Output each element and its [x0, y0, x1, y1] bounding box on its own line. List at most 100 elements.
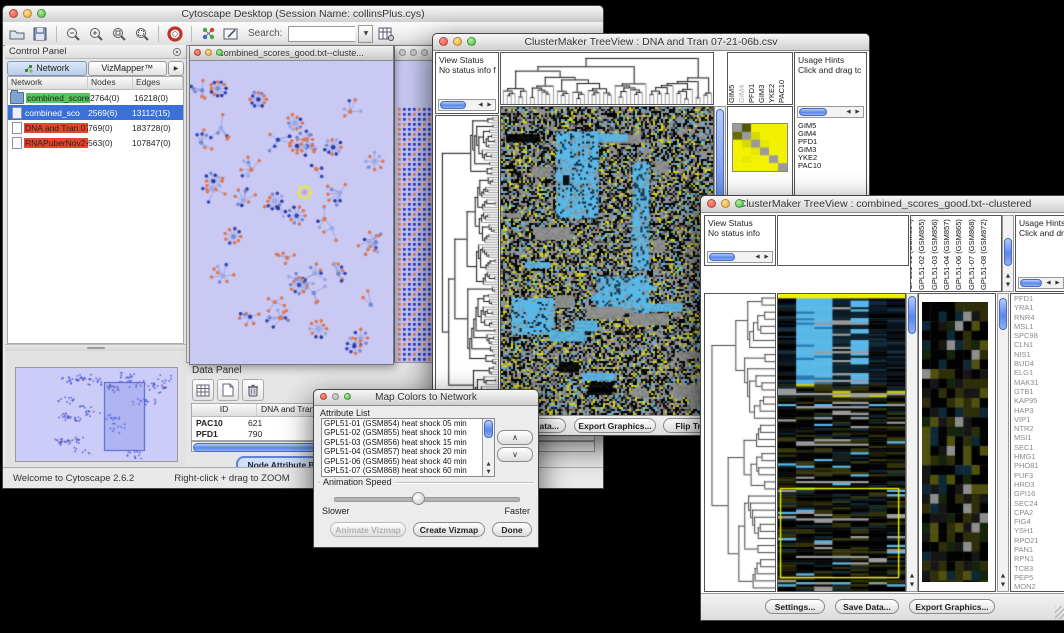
scroll-left-icon[interactable] — [1044, 279, 1053, 288]
gene-label[interactable]: NIS1 — [1011, 350, 1064, 359]
tv1-column-dendrogram[interactable] — [500, 52, 714, 105]
gene-label[interactable]: MSI1 — [1011, 433, 1064, 442]
zoom-button[interactable] — [37, 9, 46, 18]
tv1-row-dendrogram[interactable] — [435, 115, 499, 416]
frame-close-button[interactable] — [194, 49, 201, 56]
zoom-button[interactable] — [735, 199, 744, 208]
search-dropdown-button[interactable] — [358, 25, 373, 43]
tv2-column-label[interactable]: GPL51-01 (GSM854) — [910, 219, 915, 290]
tv2-strip-vscrollbar[interactable] — [906, 293, 918, 592]
scroll-left-icon[interactable] — [753, 253, 762, 262]
list-scrollbar[interactable] — [482, 419, 494, 476]
scrollbar-thumb[interactable] — [799, 108, 827, 116]
tv1-column-label[interactable]: GIM4 — [737, 85, 747, 103]
select-attributes-button[interactable] — [192, 379, 214, 401]
scroll-right-icon[interactable] — [853, 108, 862, 117]
tv1-mini-heatmap-canvas[interactable] — [733, 124, 787, 171]
dialog-titlebar[interactable]: Map Colors to Network — [314, 390, 538, 406]
attribute-browser-button[interactable] — [376, 25, 396, 43]
tv2-row-dendrogram[interactable] — [704, 293, 776, 592]
attribute-listbox[interactable]: GPL51-01 (GSM854) heat shock 05 minGPL51… — [321, 418, 495, 477]
gene-label[interactable]: ELG1 — [1011, 368, 1064, 377]
tv1-heatmap-canvas[interactable] — [501, 107, 713, 415]
scroll-right-icon[interactable] — [1053, 279, 1062, 288]
tv1-status-hscrollbar[interactable] — [438, 99, 496, 111]
attribute-item[interactable]: GPL51-01 (GSM854) heat shock 05 min — [322, 419, 494, 428]
gene-label[interactable]: PAN1 — [1011, 545, 1064, 554]
main-titlebar[interactable]: Cytoscape Desktop (Session Name: collins… — [3, 6, 603, 23]
tv2-heatmap-strip-canvas[interactable] — [778, 294, 905, 591]
tv2-zoom-vscrollbar[interactable] — [997, 293, 1009, 592]
tv1-column-label[interactable]: PAC10 — [777, 80, 787, 103]
gene-label[interactable]: SPC98 — [1011, 331, 1064, 340]
zoom-button[interactable] — [467, 37, 476, 46]
tv2-heatmap-strip[interactable] — [777, 293, 906, 592]
tv2-settings-button[interactable]: Settings... — [765, 599, 825, 614]
birdseye-view[interactable] — [15, 367, 178, 462]
tv1-row-label[interactable]: PAC10 — [798, 162, 821, 170]
scrollbar-thumb[interactable] — [1020, 279, 1042, 287]
scroll-left-icon[interactable] — [844, 108, 853, 117]
scroll-right-icon[interactable] — [762, 253, 771, 262]
zoom-in-button[interactable] — [86, 25, 106, 43]
close-button[interactable] — [320, 393, 327, 400]
network-list-header[interactable]: Network Nodes Edges — [8, 77, 183, 90]
tv2-zoom-view[interactable] — [918, 293, 996, 592]
frame2-minimize-button[interactable] — [410, 49, 417, 56]
close-button[interactable] — [439, 37, 448, 46]
scrollbar-thumb[interactable] — [999, 298, 1007, 330]
attribute-item[interactable]: GPL51-04 (GSM857) heat shock 20 min — [322, 447, 494, 456]
column-nodes[interactable]: Nodes — [88, 77, 133, 89]
gene-label[interactable]: RPO21 — [1011, 536, 1064, 545]
scroll-down-icon[interactable] — [998, 581, 1008, 590]
tv1-column-dendrogram-can[interactable] — [501, 53, 713, 104]
open-file-button[interactable] — [7, 25, 27, 43]
tv1-usage-hscrollbar[interactable] — [797, 106, 864, 118]
scroll-up-icon[interactable] — [998, 572, 1008, 581]
attribute-item[interactable]: GPL51-03 (GSM856) heat shock 15 min — [322, 438, 494, 447]
tv1-column-label[interactable]: GIM3 — [757, 85, 767, 103]
gene-label[interactable]: HRD3 — [1011, 480, 1064, 489]
tv2-row-dendrogram-can[interactable] — [705, 294, 775, 591]
scrollbar-thumb[interactable] — [1004, 238, 1012, 266]
treeview2-titlebar[interactable]: ClusterMaker TreeView : combined_scores_… — [701, 196, 1064, 213]
new-attribute-button[interactable] — [217, 379, 239, 401]
frame-minimize-button[interactable] — [205, 49, 212, 56]
treeview1-titlebar[interactable]: ClusterMaker TreeView : DNA and Tran 07-… — [433, 34, 869, 51]
gene-label[interactable]: RPN1 — [1011, 554, 1064, 563]
speed-slider-track[interactable] — [334, 497, 520, 502]
tv2-column-label[interactable]: GPL51-02 (GSM855) — [917, 219, 927, 290]
close-button[interactable] — [707, 199, 716, 208]
network-graph-canvas[interactable] — [190, 61, 391, 363]
frame2-close-button[interactable] — [399, 49, 406, 56]
network-frame-titlebar[interactable]: combined_scores_good.txt--cluste... — [190, 46, 393, 61]
tv1-row-dendrogram-can[interactable] — [436, 116, 498, 415]
scroll-down-icon[interactable] — [907, 581, 917, 590]
scroll-down-icon[interactable] — [483, 469, 494, 475]
speed-slider-thumb[interactable] — [412, 492, 425, 505]
network-row[interactable]: combined_sco 2569(6) 13112(15) — [8, 105, 183, 120]
scroll-left-icon[interactable] — [476, 101, 485, 110]
scroll-up-icon[interactable] — [483, 461, 494, 467]
gene-label[interactable]: TCB3 — [1011, 564, 1064, 573]
create-vizmap-button[interactable]: Create Vizmap — [413, 522, 485, 537]
zoom-fit-button[interactable] — [109, 25, 129, 43]
gene-label[interactable]: SEC24 — [1011, 499, 1064, 508]
gene-label[interactable]: GTB1 — [1011, 387, 1064, 396]
network-row[interactable]: combined_scores 2764(0) 16218(0) — [8, 90, 183, 105]
tv2-column-label[interactable]: GPL51-07 (GSM868) — [967, 219, 977, 290]
minimize-button[interactable] — [23, 9, 32, 18]
gene-label[interactable]: MON2 — [1011, 582, 1064, 591]
column-edges[interactable]: Edges — [133, 77, 183, 89]
tv2-zoom-canvas[interactable] — [922, 302, 988, 582]
gene-label[interactable]: NTR2 — [1011, 424, 1064, 433]
more-tabs-button[interactable] — [168, 61, 184, 76]
gene-label[interactable]: CPA2 — [1011, 508, 1064, 517]
attribute-item[interactable]: GPL51-02 (GSM855) heat shock 10 min — [322, 428, 494, 437]
tv2-export-graphics-button[interactable]: Export Graphics... — [909, 599, 995, 614]
gene-label[interactable]: HAP3 — [1011, 406, 1064, 415]
scrollbar-thumb[interactable] — [484, 420, 493, 438]
gene-label[interactable]: MSL1 — [1011, 322, 1064, 331]
scroll-right-icon[interactable] — [485, 101, 494, 110]
move-up-button[interactable]: ∧ — [497, 430, 533, 445]
